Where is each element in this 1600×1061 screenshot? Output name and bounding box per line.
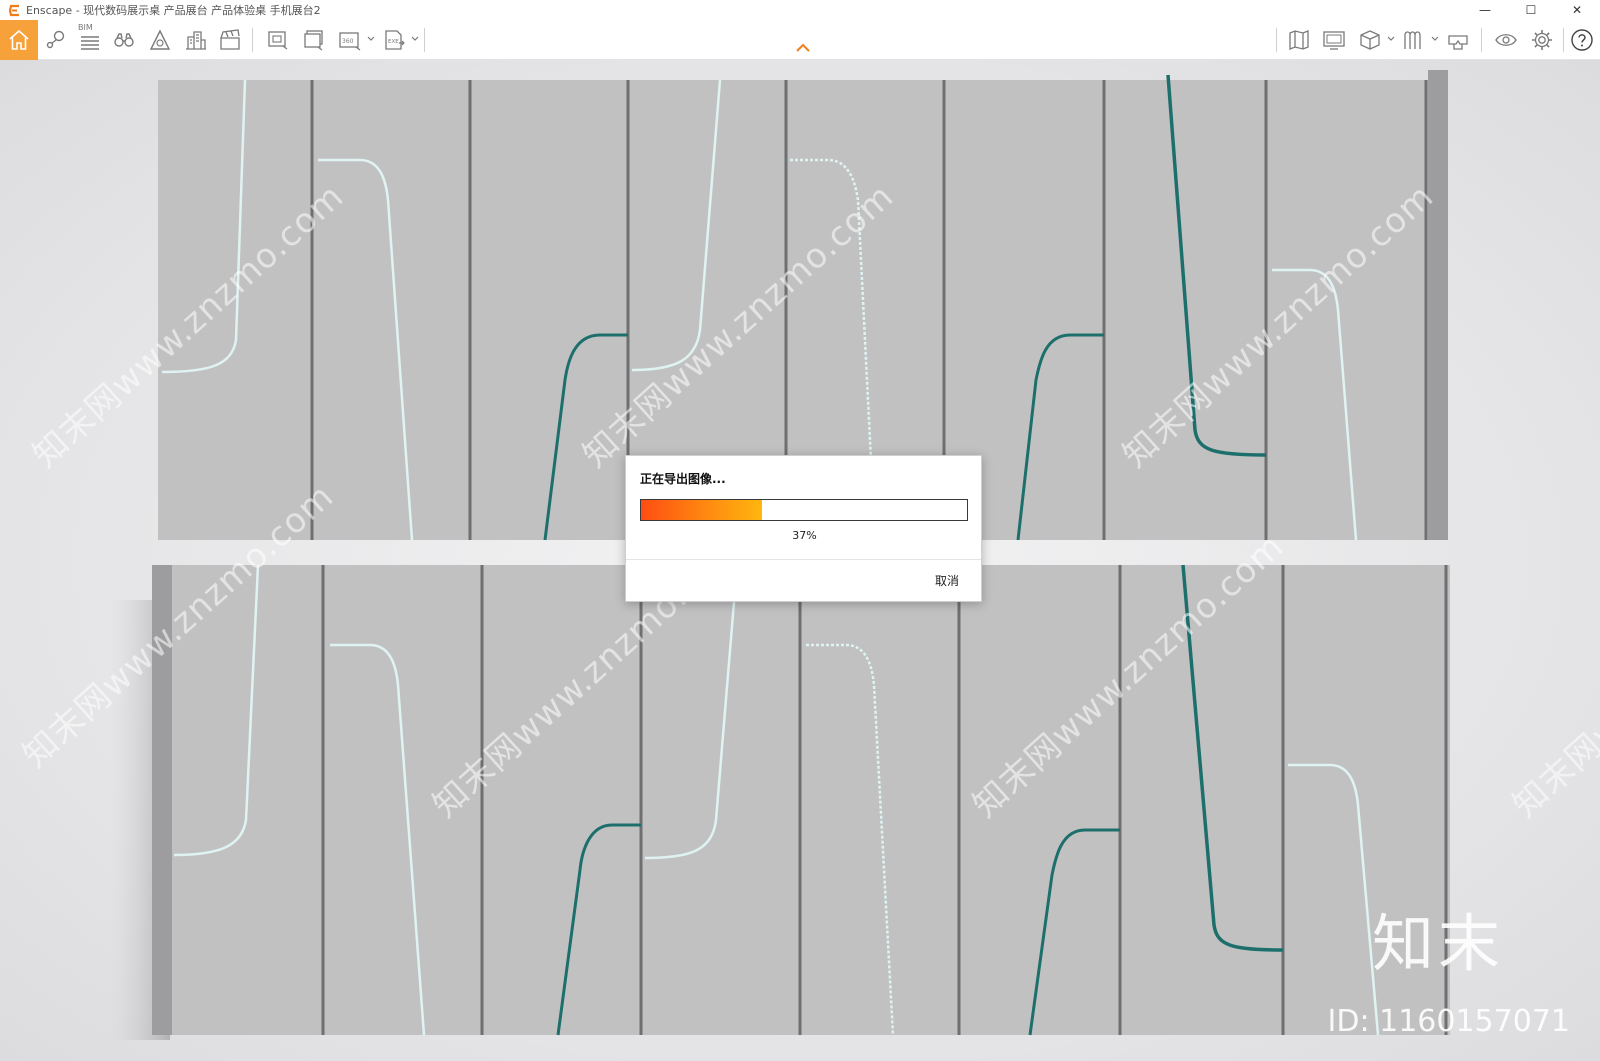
atmosphere-button[interactable] — [144, 24, 176, 56]
title-bar: Enscape - 现代数码展示桌 产品展台 产品体验桌 手机展台2 — ☐ ✕ — [0, 0, 1600, 20]
window-title: Enscape - 现代数码展示桌 产品展台 产品体验桌 手机展台2 — [26, 4, 321, 17]
material-editor-icon — [1404, 31, 1421, 49]
export-progress-bar — [640, 499, 968, 521]
toolbar-separator — [424, 28, 425, 52]
svg-text:EXE: EXE — [388, 39, 399, 45]
brand-watermark-logo: 知末 — [1371, 907, 1504, 980]
bim-button[interactable]: BIM — [74, 23, 106, 56]
brand-watermark-id: ID: 1160157071 — [1327, 1004, 1570, 1039]
enscape-window: Enscape - 现代数码展示桌 产品展台 产品体验桌 手机展台2 — ☐ ✕… — [0, 0, 1600, 1061]
cancel-button[interactable]: 取消 — [935, 572, 959, 589]
toolbar-separator — [1481, 28, 1482, 52]
visual-settings-button[interactable] — [1490, 24, 1522, 56]
collapse-toolbar-chevron-icon[interactable] — [795, 43, 811, 53]
panorama-button[interactable]: 360 — [334, 24, 366, 56]
close-button[interactable]: ✕ — [1554, 0, 1600, 20]
buildings-icon — [186, 31, 206, 50]
toolbar-separator — [1276, 28, 1277, 52]
svg-text:360: 360 — [342, 38, 354, 45]
vr-headset-icon — [1448, 35, 1468, 50]
screenshot-icon — [268, 31, 288, 50]
export-progress-dialog: 正在导出图像... 37% 取消 — [625, 455, 982, 602]
bim-label: BIM — [78, 23, 93, 32]
eye-visual-settings-icon — [1495, 34, 1517, 46]
binoculars-button[interactable] — [108, 24, 140, 56]
progress-fill — [641, 500, 762, 520]
help-button[interactable] — [1566, 24, 1598, 56]
export-exe-icon: EXE — [385, 30, 405, 50]
location-pin-icon — [46, 30, 65, 49]
asset-dropdown-chevron-icon[interactable] — [1386, 34, 1396, 44]
map-icon — [1289, 30, 1309, 50]
export-dropdown-chevron-icon[interactable] — [410, 34, 420, 44]
buildings-button[interactable] — [180, 24, 212, 56]
clapperboard-icon — [220, 29, 240, 50]
binoculars-icon — [114, 33, 134, 47]
minimize-button[interactable]: — — [1462, 0, 1508, 20]
cube-asset-icon — [1360, 30, 1380, 50]
window-controls: — ☐ ✕ — [1462, 0, 1600, 20]
panorama-360-icon: 360 — [339, 32, 361, 51]
maximize-button[interactable]: ☐ — [1508, 0, 1554, 20]
video-editor-button[interactable] — [214, 24, 246, 56]
material-dropdown-chevron-icon[interactable] — [1430, 34, 1440, 44]
atmosphere-icon — [149, 29, 171, 50]
enscape-logo-icon — [6, 2, 22, 18]
home-button[interactable] — [0, 20, 38, 60]
dialog-divider — [626, 559, 981, 560]
settings-button[interactable] — [1526, 24, 1558, 56]
batch-render-icon — [304, 30, 323, 51]
map-button[interactable] — [1283, 24, 1315, 56]
vr-headset-button[interactable] — [1442, 24, 1474, 56]
export-exe-button[interactable]: EXE — [378, 24, 410, 56]
batch-render-button[interactable] — [298, 24, 330, 56]
help-icon — [1571, 29, 1593, 51]
monitor-button[interactable] — [1318, 24, 1350, 56]
dialog-title: 正在导出图像... — [640, 472, 726, 486]
screenshot-button[interactable] — [262, 24, 294, 56]
lower-panel — [152, 564, 1450, 1036]
main-toolbar: BIM 360 EXE — [0, 20, 1600, 60]
monitor-icon — [1323, 31, 1345, 50]
asset-library-button[interactable] — [1354, 24, 1386, 56]
panorama-dropdown-chevron-icon[interactable] — [366, 34, 376, 44]
progress-percent: 37% — [792, 529, 817, 542]
home-icon — [9, 29, 29, 50]
toolbar-separator — [1563, 28, 1564, 52]
material-editor-button[interactable] — [1398, 24, 1430, 56]
toolbar-separator — [252, 28, 253, 52]
location-pin-button[interactable] — [40, 24, 72, 56]
gear-icon — [1532, 30, 1552, 50]
